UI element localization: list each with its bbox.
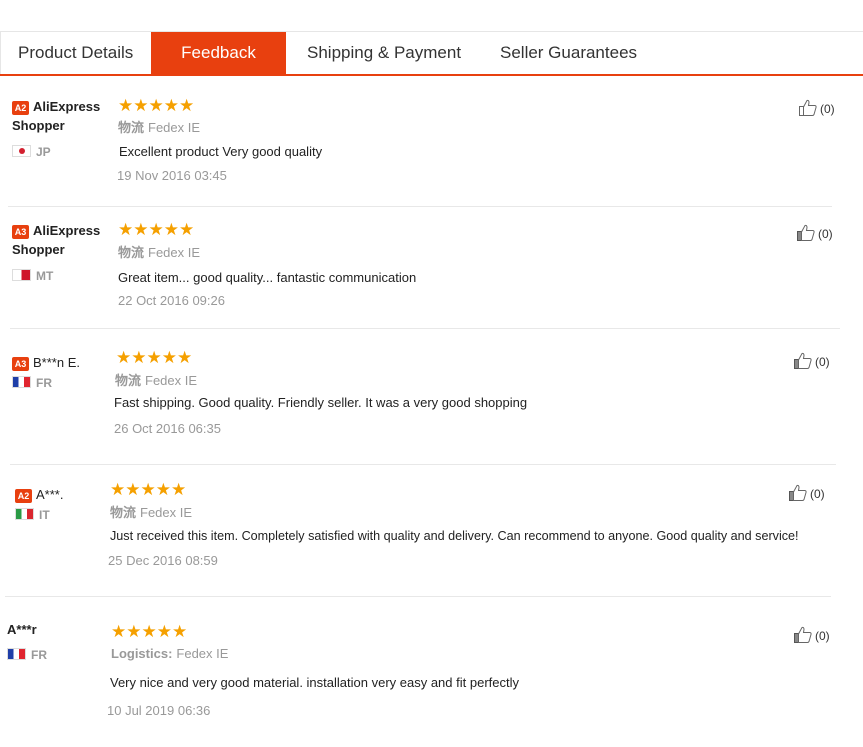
reviewer-country: FR: [7, 648, 47, 662]
divider: [5, 596, 831, 597]
review-text: Great item... good quality... fantastic …: [118, 270, 417, 285]
divider: [10, 328, 840, 329]
reviewer-name: A2 AliExpress Shopper: [12, 99, 101, 133]
tab-product-details[interactable]: Product Details: [0, 32, 151, 74]
logistics-info: 物流 Fedex IE: [118, 120, 201, 135]
review-date: 22 Oct 2016 09:26: [118, 293, 225, 308]
reviewer-country: MT: [12, 269, 53, 283]
reviewer-name: A***r: [7, 622, 37, 637]
thumbs-up-icon: [797, 224, 815, 241]
italy-flag-icon: [15, 508, 34, 520]
review-date: 25 Dec 2016 08:59: [108, 553, 218, 568]
helpful-button[interactable]: (0): [794, 352, 830, 371]
france-flag-icon: [12, 376, 31, 388]
tab-feedback[interactable]: Feedback: [151, 32, 286, 74]
helpful-button[interactable]: (0): [789, 484, 825, 503]
buyer-level-badge: A2: [12, 100, 29, 115]
star-rating: ★★★★★: [110, 480, 187, 499]
buyer-level-badge: A3: [12, 356, 29, 371]
buyer-level-badge: A2: [15, 488, 32, 503]
reviewer-country: IT: [15, 508, 50, 522]
reviewer-name: A3 AliExpress Shopper: [12, 223, 101, 257]
logistics-info: 物流 Fedex IE: [118, 245, 201, 260]
france-flag-icon: [7, 648, 26, 660]
divider: [8, 206, 832, 207]
star-rating: ★★★★★: [118, 220, 195, 239]
review-date: 26 Oct 2016 06:35: [114, 421, 221, 436]
feedback-tabs: Product Details Feedback Shipping & Paym…: [0, 31, 863, 76]
review-date: 10 Jul 2019 06:36: [107, 703, 211, 718]
tab-seller-guarantees[interactable]: Seller Guarantees: [479, 32, 654, 74]
reviewer-name: A2 A***.: [15, 485, 63, 504]
logistics-info: 物流 Fedex IE: [115, 373, 198, 388]
reviewer-country: FR: [12, 376, 52, 390]
star-rating: ★★★★★: [116, 348, 193, 367]
logistics-info: 物流 Fedex IE: [110, 505, 193, 520]
review-date: 19 Nov 2016 03:45: [117, 168, 227, 183]
thumbs-up-icon: [789, 484, 807, 501]
helpful-button[interactable]: (0): [797, 224, 833, 243]
logistics-info: Logistics: Fedex IE: [111, 646, 229, 661]
review-text: Fast shipping. Good quality. Friendly se…: [114, 395, 528, 410]
thumbs-up-icon: [794, 626, 812, 643]
divider: [10, 464, 836, 465]
japan-flag-icon: [12, 145, 31, 157]
reviewer-country: JP: [12, 145, 51, 159]
star-rating: ★★★★★: [111, 622, 188, 641]
review-text: Just received this item. Completely sati…: [110, 529, 799, 543]
review-text: Very nice and very good material. instal…: [110, 675, 519, 690]
star-rating: ★★★★★: [118, 96, 195, 115]
thumbs-up-icon: [794, 352, 812, 369]
buyer-level-badge: A3: [12, 224, 29, 239]
helpful-button[interactable]: (0): [799, 99, 835, 118]
reviewer-name: A3 B***n E.: [12, 353, 80, 372]
tab-shipping-payment[interactable]: Shipping & Payment: [286, 32, 479, 74]
thumbs-up-icon: [799, 99, 817, 116]
review-text: Excellent product Very good quality: [119, 144, 323, 159]
malta-flag-icon: [12, 269, 31, 281]
helpful-button[interactable]: (0): [794, 626, 830, 645]
